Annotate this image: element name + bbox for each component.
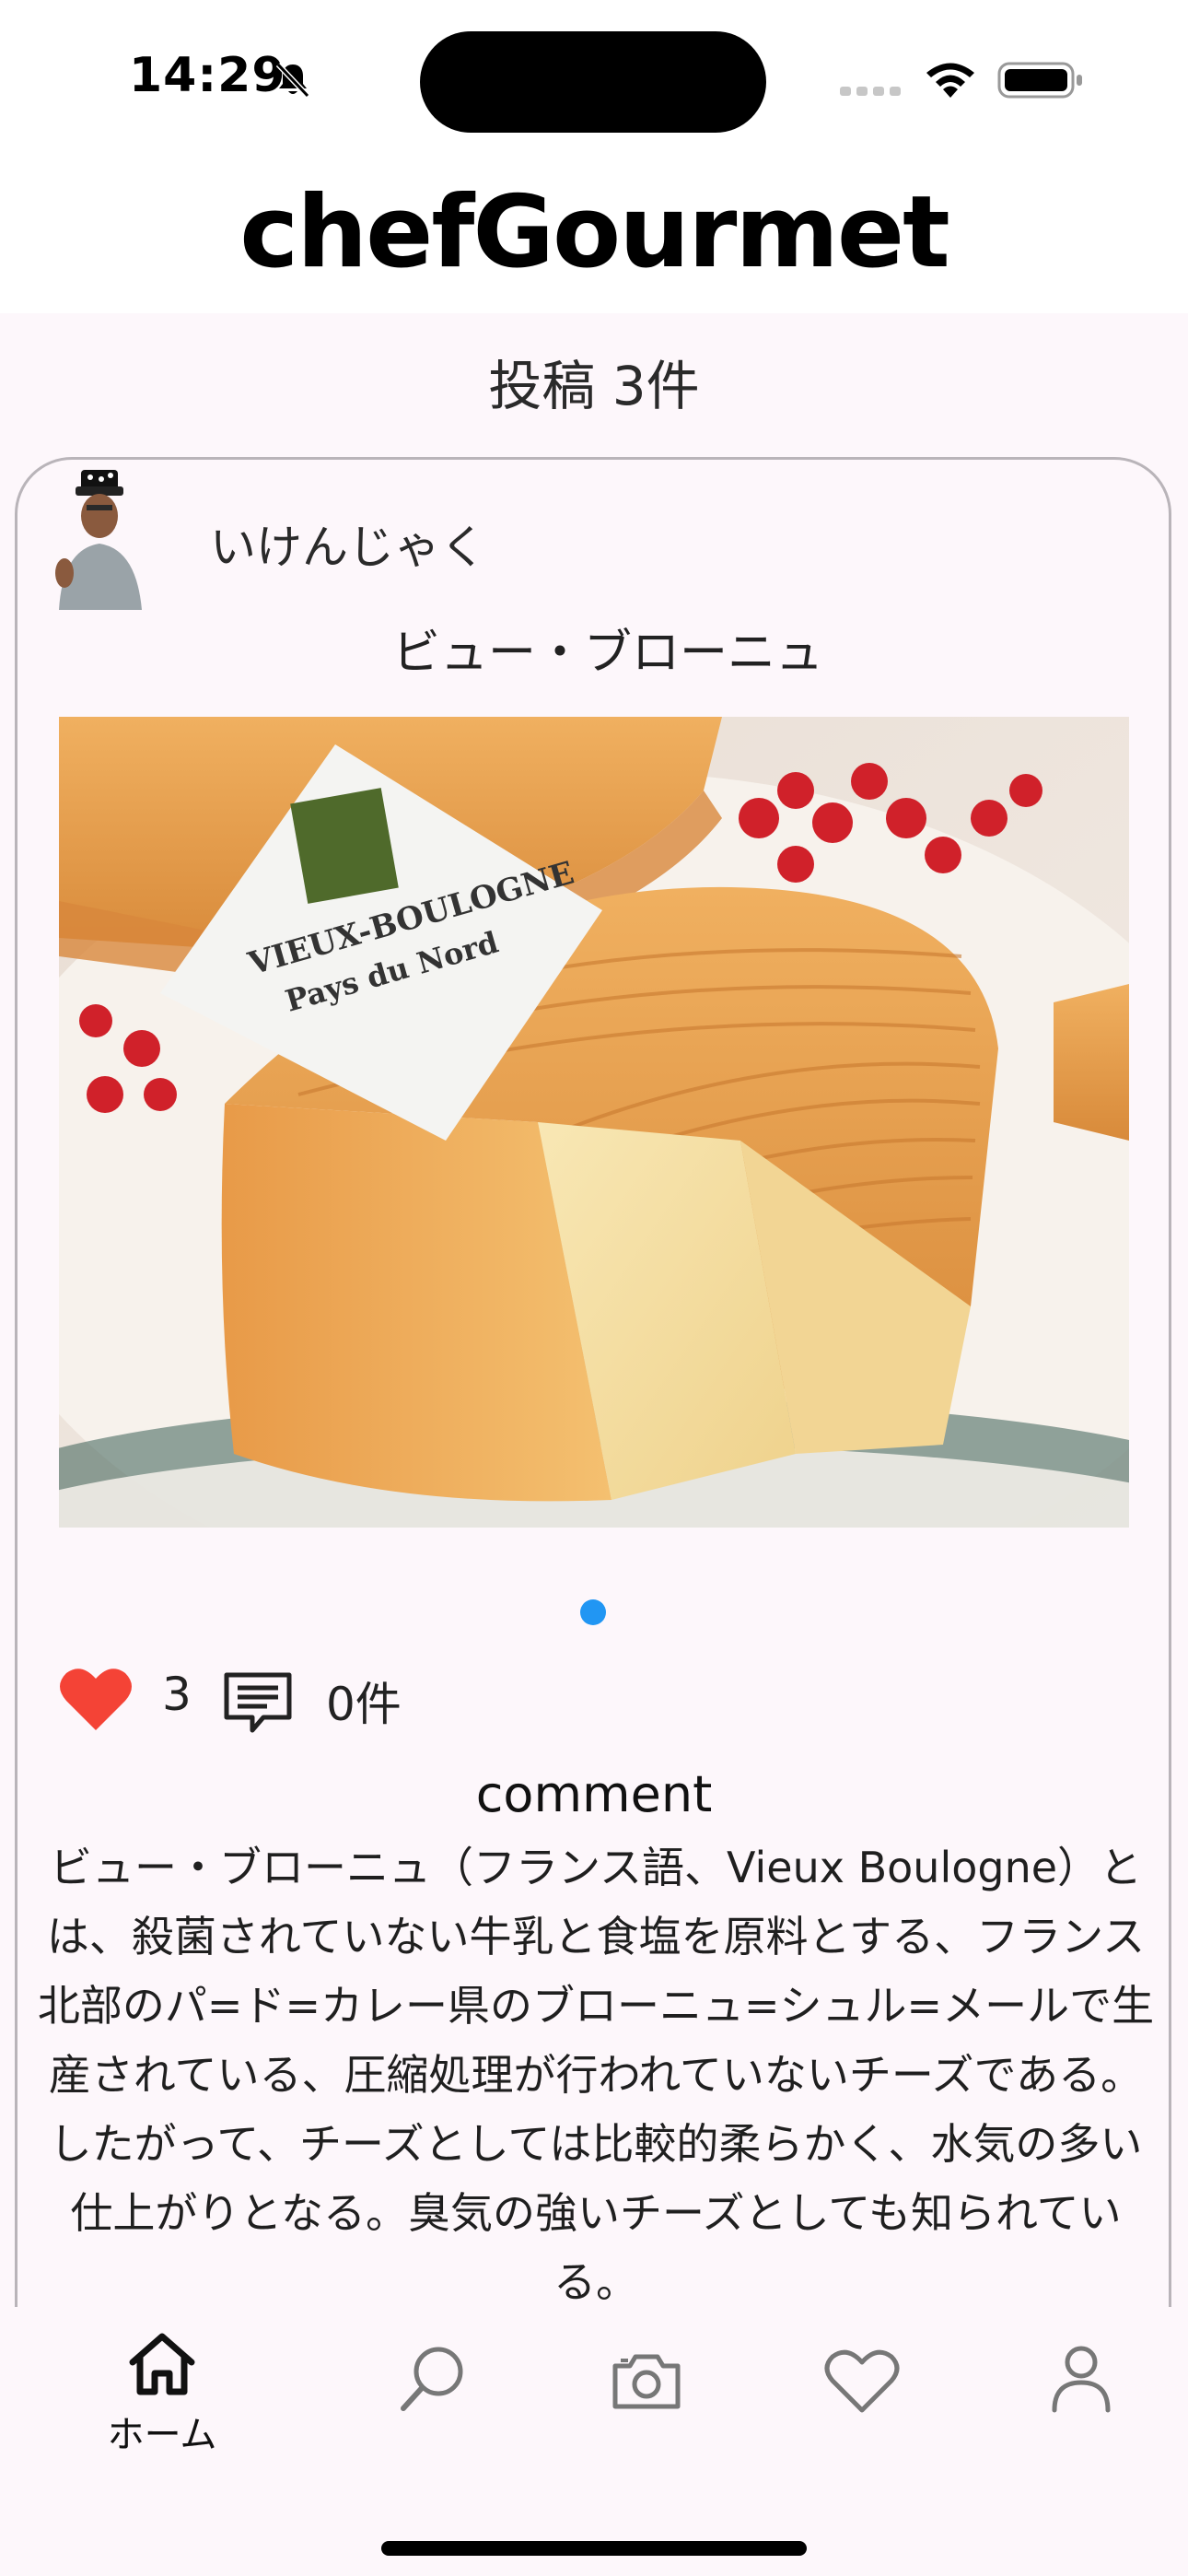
heart-outline-icon: [824, 2349, 900, 2413]
home-indicator: [381, 2541, 807, 2556]
post-title: ビュー・ブローニュ: [391, 626, 823, 681]
post-username[interactable]: いけんじゃく: [210, 510, 486, 577]
nav-search[interactable]: [359, 2329, 507, 2476]
comment-heading: comment: [475, 1765, 713, 1823]
like-heart-icon[interactable]: [59, 1666, 133, 1732]
person-icon: [1052, 2346, 1111, 2413]
battery-icon: [997, 62, 1082, 99]
status-time: 14:29: [129, 48, 286, 103]
search-icon: [401, 2347, 463, 2411]
post-photo[interactable]: VIEUX-BOULOGNE Pays du Nord: [59, 717, 1129, 1528]
status-bar: 14:29: [0, 0, 1188, 166]
camera-icon: [612, 2354, 681, 2409]
nav-home[interactable]: ホーム: [88, 2329, 236, 2476]
wifi-icon: [926, 63, 974, 98]
nav-favorites[interactable]: [788, 2329, 936, 2476]
comment-text: ビュー・ブローニュ（フランス語、Vieux Boulogne）とは、殺菌されてい…: [37, 1843, 1155, 2307]
home-icon: [129, 2333, 195, 2395]
app-title: chefGourmet: [239, 175, 950, 290]
carousel-page-indicator[interactable]: [580, 1599, 606, 1625]
bell-off-icon: [275, 62, 310, 99]
nav-profile[interactable]: [1007, 2329, 1155, 2476]
nav-camera[interactable]: [573, 2329, 720, 2476]
post-count: 投稿 3件: [488, 355, 700, 417]
user-avatar[interactable]: [48, 470, 151, 610]
cheese-photo-illustration: VIEUX-BOULOGNE Pays du Nord: [59, 717, 1129, 1528]
nav-home-label: ホーム: [107, 2414, 217, 2456]
dynamic-island: [420, 31, 766, 133]
like-count: 3: [162, 1668, 192, 1721]
app-header: chefGourmet: [0, 166, 1188, 313]
comment-icon[interactable]: [221, 1669, 295, 1736]
comment-count: 0件: [326, 1678, 402, 1731]
bottom-navigation: ホーム: [0, 2307, 1188, 2576]
cellular-signal-icon: [840, 87, 901, 96]
